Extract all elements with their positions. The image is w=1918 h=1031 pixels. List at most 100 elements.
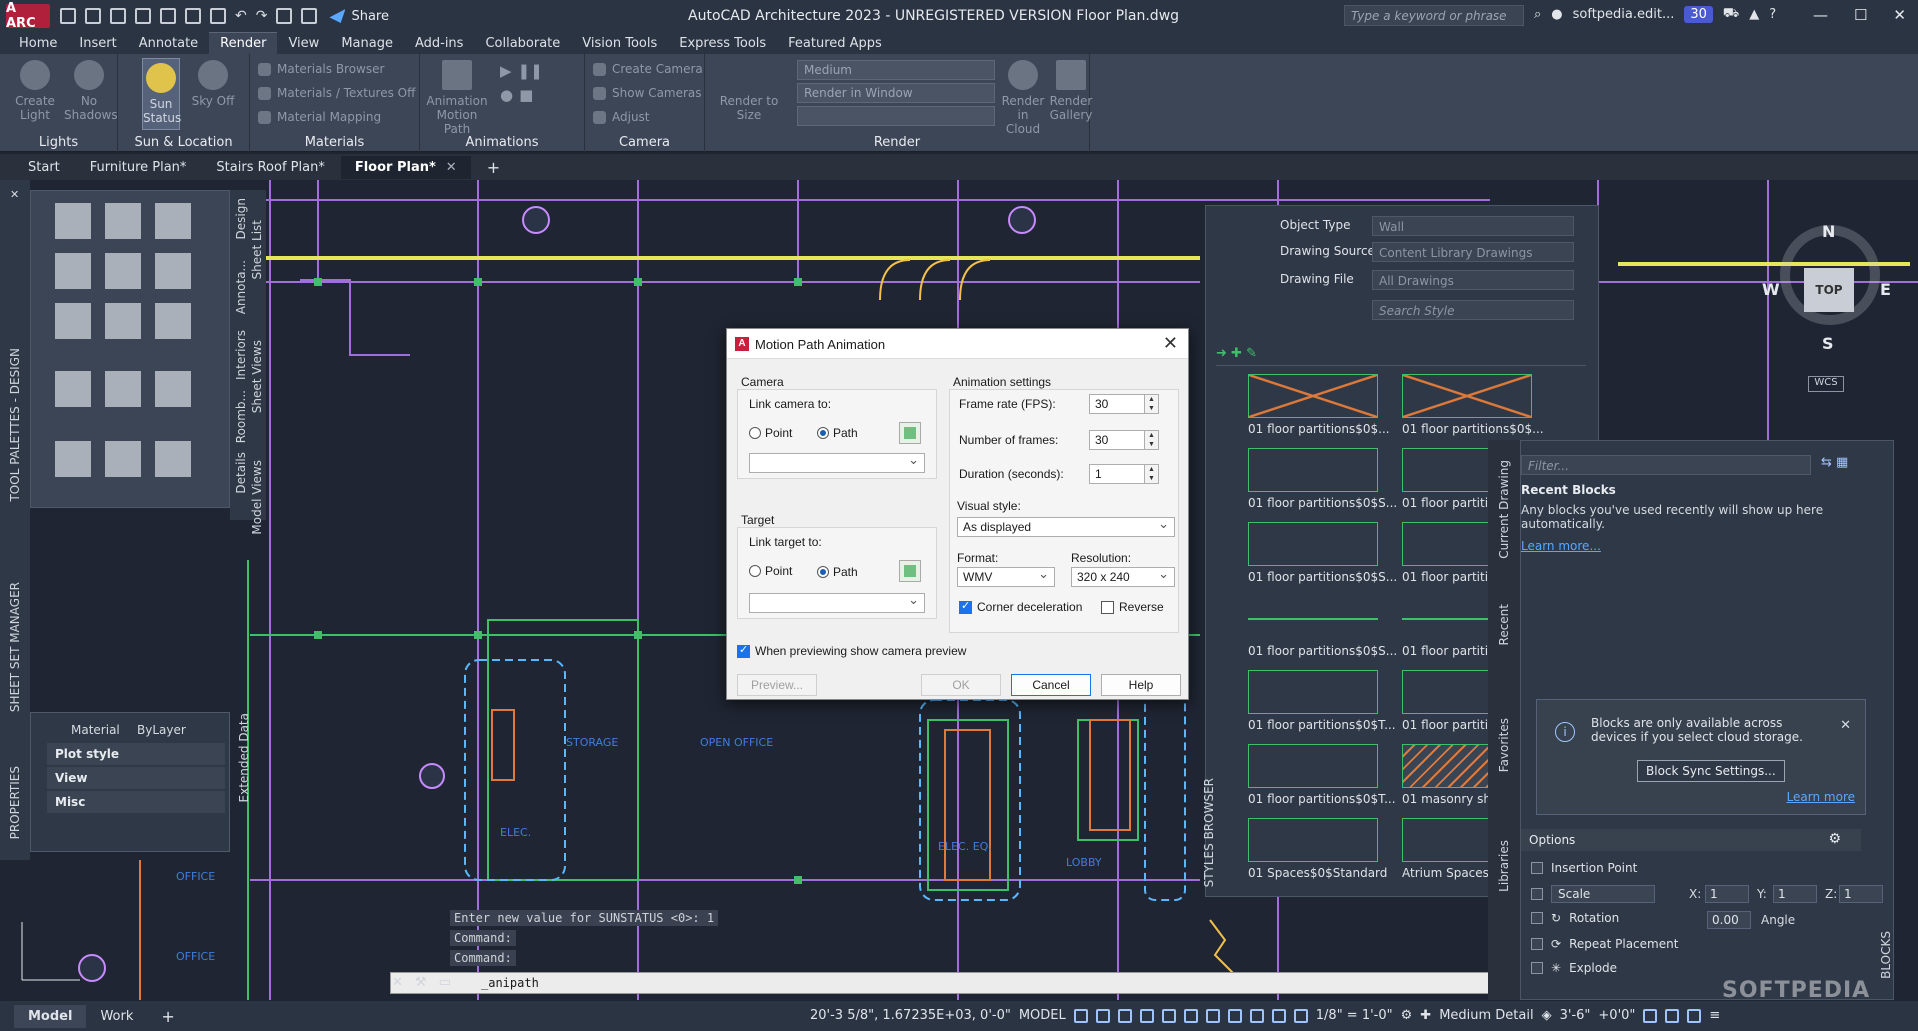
learn-more-link[interactable]: Learn more...	[1521, 539, 1601, 553]
opening-tool[interactable]	[55, 303, 91, 339]
palette-tab-annotation[interactable]: Annota...	[234, 260, 248, 314]
new-file-icon[interactable]	[60, 8, 76, 24]
palette-tab-design[interactable]: Design	[234, 198, 248, 239]
format-select[interactable]: WMV	[957, 566, 1055, 587]
publish-icon[interactable]	[160, 8, 176, 24]
render-to-size-button[interactable]: Render to Size	[709, 60, 789, 122]
maximize-icon[interactable]: ☐	[1854, 6, 1867, 24]
object-type-select[interactable]: Wall	[1372, 216, 1574, 236]
ok-button[interactable]: OK	[921, 674, 1001, 696]
sun-group-title[interactable]: Sun & Location	[118, 135, 249, 150]
redo-icon[interactable]: ↷	[256, 8, 268, 24]
beam-tool[interactable]	[155, 441, 191, 477]
styles-browser-tab[interactable]: STYLES BROWSER	[1202, 778, 1216, 887]
render-gallery-button[interactable]: Render Gallery	[1049, 60, 1093, 122]
record-icon[interactable]: ●	[500, 86, 513, 104]
scale-z-input[interactable]: 1	[1839, 885, 1883, 903]
style-thumbnail[interactable]	[1248, 670, 1378, 714]
blocks-palette-tab[interactable]: BLOCKS	[1879, 931, 1893, 979]
frames-input[interactable]: 30 ▲ ▼	[1089, 430, 1159, 450]
import-icon[interactable]: ➜	[1216, 346, 1227, 361]
ortho-icon[interactable]	[1139, 1008, 1154, 1023]
command-line-input[interactable]: _anipath	[390, 972, 1528, 994]
render-group-title[interactable]: Render	[705, 135, 1089, 150]
railing-tool[interactable]	[155, 253, 191, 289]
object-snap-icon[interactable]	[1205, 1008, 1220, 1023]
tab-render[interactable]: Render	[209, 32, 278, 54]
tab-model-views[interactable]: Model Views	[250, 460, 264, 535]
style-thumbnail[interactable]	[1248, 818, 1378, 862]
style-thumbnail[interactable]	[1402, 374, 1532, 418]
rotation-option[interactable]: ↻ Rotation	[1531, 911, 1619, 925]
view-section[interactable]: View	[47, 767, 225, 789]
settings-gear-icon[interactable]: ⚙	[1828, 831, 1841, 847]
hardware-acceleration-icon[interactable]	[1665, 1008, 1680, 1023]
tab-collaborate[interactable]: Collaborate	[474, 33, 571, 54]
open-folder-icon[interactable]	[85, 8, 101, 24]
create-camera-button[interactable]: Create Camera	[593, 62, 703, 76]
spinner-arrows-icon[interactable]: ▲ ▼	[1144, 465, 1158, 483]
resolution-select[interactable]: 320 x 240	[1071, 566, 1175, 587]
stair-tool[interactable]	[105, 253, 141, 289]
customize-icon[interactable]: ⚒	[415, 975, 427, 990]
visual-style-select[interactable]: As displayed	[957, 516, 1175, 537]
duration-input[interactable]: 1 ▲ ▼	[1089, 464, 1159, 484]
help-button[interactable]: Help	[1101, 674, 1181, 696]
extended-data-tab[interactable]: Extended Data	[237, 713, 251, 802]
drawing-file-select[interactable]: All Drawings	[1372, 270, 1574, 290]
camera-pick-button[interactable]	[899, 422, 921, 444]
tab-home[interactable]: Home	[8, 33, 68, 54]
tab-annotate[interactable]: Annotate	[128, 33, 209, 54]
palette-tab-details[interactable]: Details	[234, 452, 248, 494]
no-shadows-button[interactable]: No Shadows	[64, 60, 118, 122]
infer-icon[interactable]	[1117, 1008, 1132, 1023]
target-point-radio[interactable]	[749, 565, 761, 577]
scale-checkbox[interactable]	[1531, 888, 1543, 900]
cart-icon[interactable]: ⛟	[1723, 6, 1739, 23]
explode-option[interactable]: ✳ Explode	[1531, 961, 1617, 975]
annotation-visibility-icon[interactable]	[1271, 1008, 1286, 1023]
app-logo[interactable]: A ARC	[6, 1, 50, 31]
render-quality-select[interactable]: Medium	[797, 60, 995, 80]
tab-sheet-views[interactable]: Sheet Views	[250, 340, 264, 413]
palette-tab-interiors[interactable]: Interiors	[234, 330, 248, 380]
blocks-view-icon[interactable]: ⇆ ▦	[1821, 455, 1848, 470]
slab-tool[interactable]	[105, 371, 141, 407]
camera-point-radio[interactable]	[749, 427, 761, 439]
model-space-toggle[interactable]: MODEL	[1019, 1008, 1066, 1023]
autoscale-icon[interactable]	[1293, 1008, 1308, 1023]
render-target-select[interactable]: Render in Window	[797, 83, 995, 103]
help-search-input[interactable]: Type a keyword or phrase	[1344, 5, 1524, 26]
rotation-checkbox[interactable]	[1531, 912, 1543, 924]
material-row[interactable]: Material ByLayer	[47, 719, 225, 741]
materials-textures-button[interactable]: Materials / Textures Off	[258, 86, 415, 100]
style-thumbnail[interactable]	[1248, 448, 1378, 492]
blocks-tab-libraries[interactable]: Libraries	[1497, 840, 1511, 892]
new-tab-button[interactable]: +	[473, 154, 514, 181]
wcs-button[interactable]: WCS	[1808, 376, 1844, 392]
viewcube-west[interactable]: W	[1762, 280, 1780, 299]
dismiss-notice-icon[interactable]: ✕	[1840, 718, 1851, 733]
scale-x-input[interactable]: 1	[1705, 885, 1749, 903]
record-controls[interactable]: ● ■	[500, 86, 533, 104]
save-as-icon[interactable]	[135, 8, 151, 24]
close-tab-icon[interactable]: ✕	[446, 160, 457, 175]
style-thumbnail[interactable]	[1248, 744, 1378, 788]
grid-icon[interactable]	[1073, 1008, 1088, 1023]
material-mapping-button[interactable]: Material Mapping	[258, 110, 381, 124]
sky-off-button[interactable]: Sky Off	[188, 60, 238, 108]
window-tool[interactable]	[55, 253, 91, 289]
preview-button[interactable]: Preview...	[737, 674, 817, 696]
playback-controls[interactable]: ▶ ❚❚	[500, 62, 543, 80]
spinner-arrows-icon[interactable]: ▲ ▼	[1144, 431, 1158, 449]
isodraft-icon[interactable]	[1183, 1008, 1198, 1023]
cancel-button[interactable]: Cancel	[1011, 674, 1091, 696]
target-path-select[interactable]	[749, 592, 925, 613]
close-command-icon[interactable]: ✕	[392, 975, 403, 990]
palette-tab-roombook[interactable]: Roomb...	[234, 390, 248, 443]
adjust-button[interactable]: Adjust	[593, 110, 650, 124]
file-tab-furniture-plan[interactable]: Furniture Plan*	[76, 156, 201, 179]
close-palette-icon[interactable]: ✕	[10, 188, 19, 201]
materials-group-title[interactable]: Materials	[250, 135, 419, 150]
layer-icon[interactable]	[301, 8, 318, 24]
